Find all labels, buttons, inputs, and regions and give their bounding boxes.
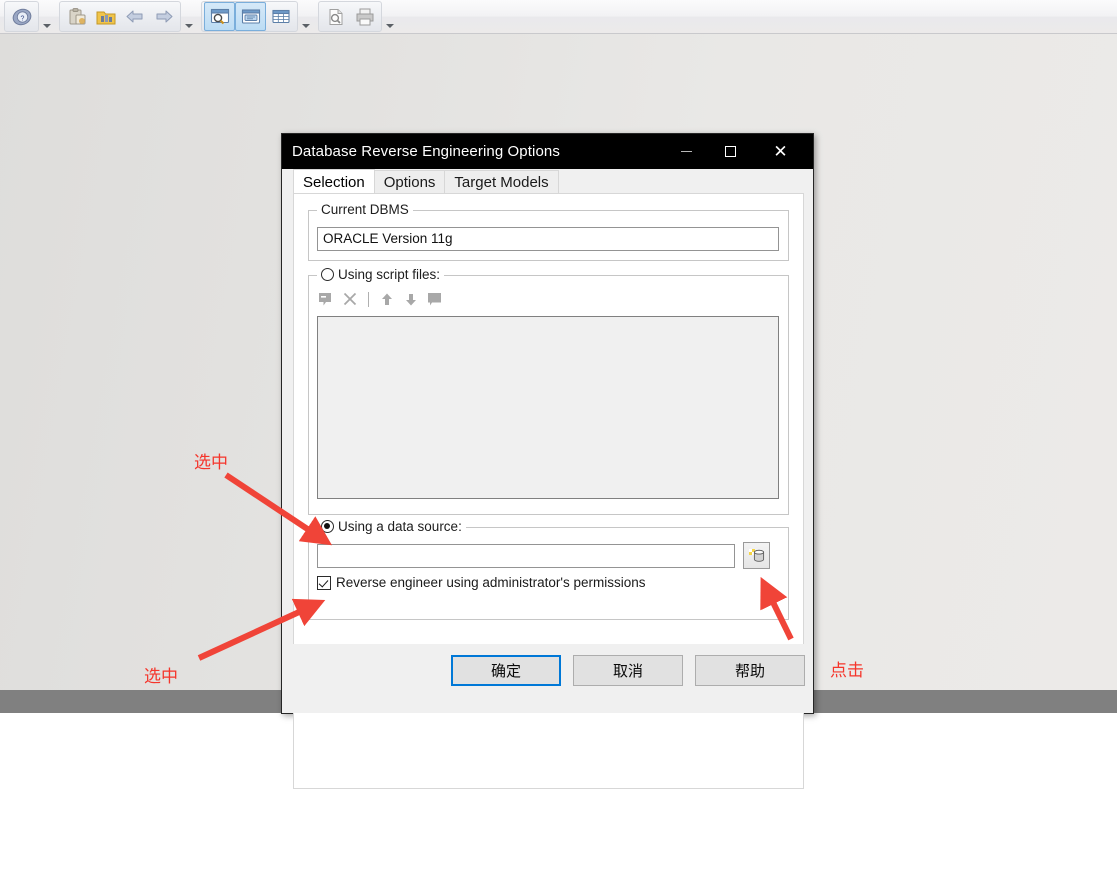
script-files-list[interactable] [317, 316, 779, 499]
chevron-down-icon [43, 24, 51, 28]
database-reverse-engineering-dialog: Database Reverse Engineering Options ✕ S… [281, 133, 814, 789]
svg-text:?: ? [20, 15, 24, 22]
current-dbms-value: ORACLE Version 11g [323, 231, 453, 246]
minimize-icon [681, 151, 692, 152]
tab-target-models-label: Target Models [454, 174, 549, 191]
toolbar-group-help: ? [4, 1, 39, 32]
data-source-legend-label: Using a data source: [338, 519, 462, 534]
chevron-down-icon [302, 24, 310, 28]
annotation-select-checkbox: 选中 [144, 667, 178, 687]
admin-permissions-label: Reverse engineer using administrator's p… [336, 575, 646, 590]
script-files-toolbar [317, 290, 444, 308]
print-preview-icon[interactable] [321, 3, 350, 30]
browser-window-search-icon[interactable] [204, 2, 235, 31]
comment-window-icon[interactable] [235, 2, 266, 31]
close-button[interactable]: ✕ [758, 134, 803, 169]
close-icon: ✕ [773, 142, 788, 161]
dialog-titlebar: Database Reverse Engineering Options ✕ [282, 134, 813, 169]
help-button-label: 帮助 [734, 663, 765, 680]
tab-selection[interactable]: Selection [293, 169, 375, 194]
delete-script-file-icon[interactable] [341, 290, 359, 308]
toolbar-separator [368, 291, 369, 307]
database-cylinder-icon [748, 548, 764, 562]
current-dbms-legend-label: Current DBMS [321, 202, 409, 217]
current-dbms-legend: Current DBMS [317, 202, 413, 217]
toolbar-dropdown-2[interactable] [181, 2, 197, 31]
toolbar-dropdown-1[interactable] [39, 2, 55, 31]
grid-table-window-icon[interactable] [266, 3, 295, 30]
add-script-file-icon[interactable] [317, 290, 335, 308]
tab-options[interactable]: Options [373, 170, 446, 194]
main-toolbar: ? [0, 0, 1117, 34]
chevron-down-icon [185, 24, 193, 28]
data-source-input[interactable] [317, 544, 735, 568]
redo-arrow-icon[interactable] [149, 3, 178, 30]
toolbar-dropdown-4[interactable] [382, 2, 398, 31]
printer-icon[interactable] [350, 3, 379, 30]
toolbar-group-print [318, 1, 382, 32]
minimize-button[interactable] [664, 134, 709, 169]
toolbar-group-views [201, 1, 298, 32]
dialog-tabstrip: Selection Options Target Models [282, 169, 813, 194]
data-source-legend[interactable]: Using a data source: [317, 519, 466, 534]
current-dbms-field[interactable]: ORACLE Version 11g [317, 227, 779, 251]
annotation-click-browse: 点击 [830, 661, 864, 681]
maximize-icon [725, 146, 736, 157]
data-source-radio[interactable] [321, 520, 334, 533]
admin-permissions-row[interactable]: Reverse engineer using administrator's p… [317, 575, 645, 590]
help-about-icon[interactable]: ? [7, 3, 36, 30]
tab-target-models[interactable]: Target Models [444, 170, 559, 194]
ok-button[interactable]: 确定 [451, 655, 561, 686]
move-up-icon[interactable] [378, 290, 396, 308]
tab-options-label: Options [383, 174, 436, 191]
dialog-footer: 确定 取消 帮助 [282, 644, 813, 713]
folder-tools-icon[interactable] [91, 3, 120, 30]
script-files-legend-label: Using script files: [338, 267, 441, 282]
ok-button-label: 确定 [490, 663, 521, 680]
toolbar-group-edit [59, 1, 181, 32]
script-files-group: Using script files: [308, 267, 789, 515]
admin-permissions-checkbox[interactable] [317, 575, 331, 590]
toolbar-dropdown-3[interactable] [298, 2, 314, 31]
undo-arrow-icon[interactable] [120, 3, 149, 30]
move-down-icon[interactable] [402, 290, 420, 308]
annotation-select-datasource: 选中 [194, 453, 228, 473]
script-files-radio[interactable] [321, 268, 334, 281]
data-source-group: Using a data source: Reverse engineer us… [308, 519, 789, 620]
dialog-title: Database Reverse Engineering Options [292, 143, 560, 160]
edit-script-file-icon[interactable] [426, 290, 444, 308]
tab-selection-label: Selection [303, 173, 365, 191]
chevron-down-icon [386, 24, 394, 28]
maximize-button[interactable] [708, 134, 753, 169]
cancel-button-label: 取消 [612, 663, 643, 680]
current-dbms-group: Current DBMS ORACLE Version 11g [308, 202, 789, 261]
script-files-legend[interactable]: Using script files: [317, 267, 445, 282]
paste-clipboard-icon[interactable] [62, 3, 91, 30]
help-button[interactable]: 帮助 [695, 655, 805, 686]
cancel-button[interactable]: 取消 [573, 655, 683, 686]
data-source-browse-button[interactable] [743, 542, 770, 569]
